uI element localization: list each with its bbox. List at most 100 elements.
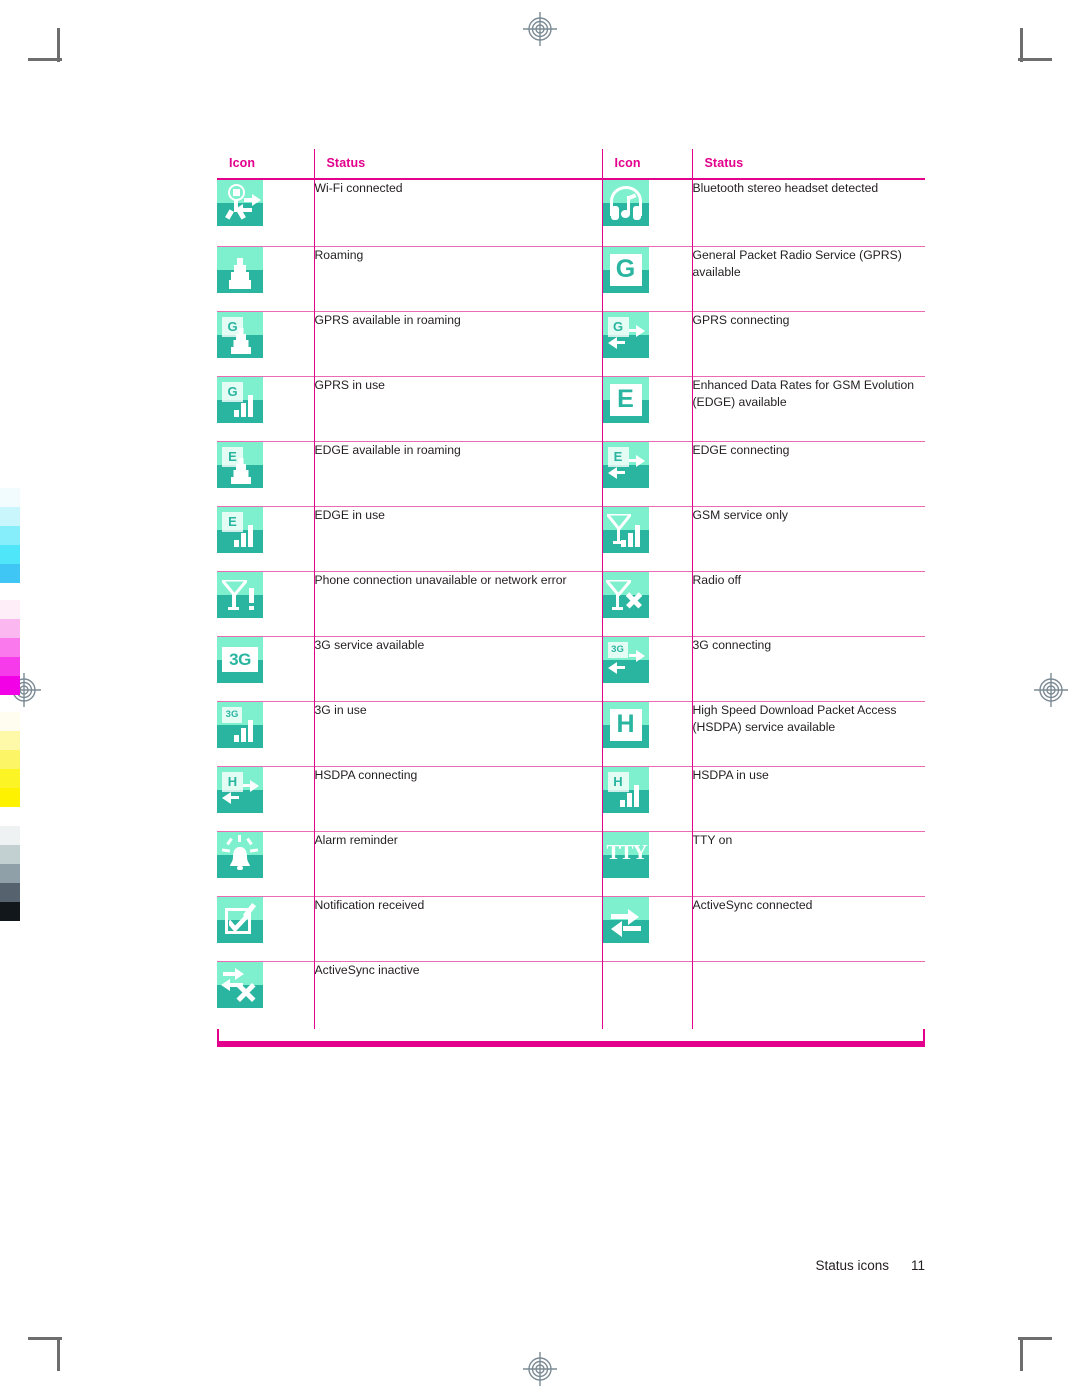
edge-letter-chip: E <box>607 446 629 467</box>
status-cell: 3G service available <box>314 635 603 701</box>
icon-cell-empty <box>602 960 693 1029</box>
table-row: ActiveSync inactive <box>217 960 925 1029</box>
calibration-swatch <box>0 545 20 564</box>
gsm-service-only-icon <box>602 506 649 553</box>
table-row: 3G 3G service available 3G 3G connecting <box>217 635 925 701</box>
notification-received-icon <box>217 896 263 943</box>
edge-available-icon: E <box>602 376 649 423</box>
status-cell: GPRS available in roaming <box>314 310 603 376</box>
calibration-swatch <box>0 676 20 695</box>
signal-bars <box>619 781 644 807</box>
page-footer: Status icons 11 <box>0 1258 925 1273</box>
icon-cell: E <box>602 375 693 441</box>
icon-cell: TTY <box>602 830 693 896</box>
status-cell: Notification received <box>314 895 603 961</box>
calibration-swatch <box>0 731 20 750</box>
crop-mark-top-left-horizontal <box>28 58 62 61</box>
hsdpa-letter-chip: H <box>222 771 243 792</box>
status-cell: HSDPA in use <box>692 765 925 831</box>
status-label: HSDPA connecting <box>314 767 418 782</box>
calibration-swatch <box>0 883 20 902</box>
status-label: GPRS available in roaming <box>314 312 461 327</box>
status-label: ActiveSync inactive <box>314 962 420 977</box>
icon-cell: E <box>217 440 315 506</box>
status-cell: Radio off <box>692 570 925 636</box>
registration-target-bottom <box>523 1352 557 1386</box>
calibration-swatch <box>0 902 20 921</box>
bluetooth-stereo-headset-icon <box>602 180 649 226</box>
roaming-tower-icon <box>217 246 263 293</box>
table-row: 3G 3G in use H High Speed Download Packe… <box>217 700 925 766</box>
status-label: EDGE connecting <box>692 442 790 457</box>
status-label: High Speed Download Packet Access (HSDPA… <box>692 702 897 735</box>
table-header-row: Icon Status Icon Status <box>217 149 925 180</box>
icon-cell <box>602 895 693 961</box>
calibration-bar-grayscale <box>0 826 20 921</box>
crop-mark-bottom-left-horizontal <box>28 1337 62 1340</box>
calibration-swatch <box>0 657 20 676</box>
table-row: E EDGE in use GSM service only <box>217 505 925 571</box>
calibration-swatch <box>0 712 20 731</box>
calibration-swatch <box>0 638 20 657</box>
crop-mark-top-left-vertical <box>57 28 60 62</box>
footer-page-number: 11 <box>910 1258 925 1273</box>
tower-shape <box>231 457 251 484</box>
gprs-letter: G <box>609 253 642 286</box>
status-cell: GPRS in use <box>314 375 603 441</box>
icon-cell <box>217 570 315 636</box>
icon-cell: H <box>217 765 315 831</box>
icon-cell <box>602 570 693 636</box>
icon-cell <box>217 178 315 246</box>
status-label: EDGE available in roaming <box>314 442 461 457</box>
status-label: Notification received <box>314 897 425 912</box>
calibration-swatch <box>0 750 20 769</box>
registration-target-top <box>523 12 557 46</box>
status-cell: ActiveSync connected <box>692 895 925 961</box>
3g-service-available-icon: 3G <box>217 636 263 683</box>
status-label: HSDPA in use <box>692 767 769 782</box>
status-cell: EDGE connecting <box>692 440 925 506</box>
gprs-available-icon: G <box>602 246 649 293</box>
status-cell: Enhanced Data Rates for GSM Evolution (E… <box>692 375 925 441</box>
edge-roaming-icon: E <box>217 441 263 488</box>
icon-cell: 3G <box>217 700 315 766</box>
status-cell: GPRS connecting <box>692 310 925 376</box>
status-label: TTY on <box>692 832 733 847</box>
table-row: E EDGE available in roaming E EDGE conne… <box>217 440 925 506</box>
calibration-swatch <box>0 769 20 788</box>
table-row: Alarm reminder TTY TTY on <box>217 830 925 896</box>
calibration-bar-magenta <box>0 600 20 695</box>
tower-shape <box>229 257 251 289</box>
table-row: G GPRS available in roaming G GPRS conne… <box>217 310 925 376</box>
icon-cell: E <box>602 440 693 506</box>
table-row: Phone connection unavailable or network … <box>217 570 925 636</box>
icon-cell: G <box>217 310 315 376</box>
status-label: GPRS in use <box>314 377 385 392</box>
status-label: 3G in use <box>314 702 367 717</box>
radio-off-icon <box>602 571 649 618</box>
crop-mark-top-right-horizontal <box>1018 58 1052 61</box>
calibration-swatch <box>0 526 20 545</box>
signal-bars <box>234 391 258 417</box>
status-icons-table: Icon Status Icon Status Wi-Fi connected … <box>217 149 925 1029</box>
column-header-icon-2: Icon <box>602 149 693 180</box>
status-cell: Wi-Fi connected <box>314 178 603 246</box>
status-cell: General Packet Radio Service (GPRS) avai… <box>692 245 925 311</box>
alarm-reminder-icon <box>217 831 263 878</box>
status-cell: TTY on <box>692 830 925 896</box>
column-header-status-2: Status <box>692 149 925 180</box>
status-label: 3G service available <box>314 637 425 652</box>
tty-letters: TTY <box>606 839 648 864</box>
icon-cell: G <box>217 375 315 441</box>
status-cell: EDGE in use <box>314 505 603 571</box>
status-cell: Alarm reminder <box>314 830 603 896</box>
activesync-inactive-icon <box>217 961 263 1008</box>
hsdpa-letter: H <box>609 708 642 741</box>
edge-connecting-icon: E <box>602 441 649 488</box>
icon-cell: G <box>602 245 693 311</box>
calibration-swatch <box>0 600 20 619</box>
registration-target-right <box>1034 673 1068 707</box>
hsdpa-available-icon: H <box>602 701 649 748</box>
signal-bars <box>234 521 258 547</box>
calibration-swatch <box>0 788 20 807</box>
